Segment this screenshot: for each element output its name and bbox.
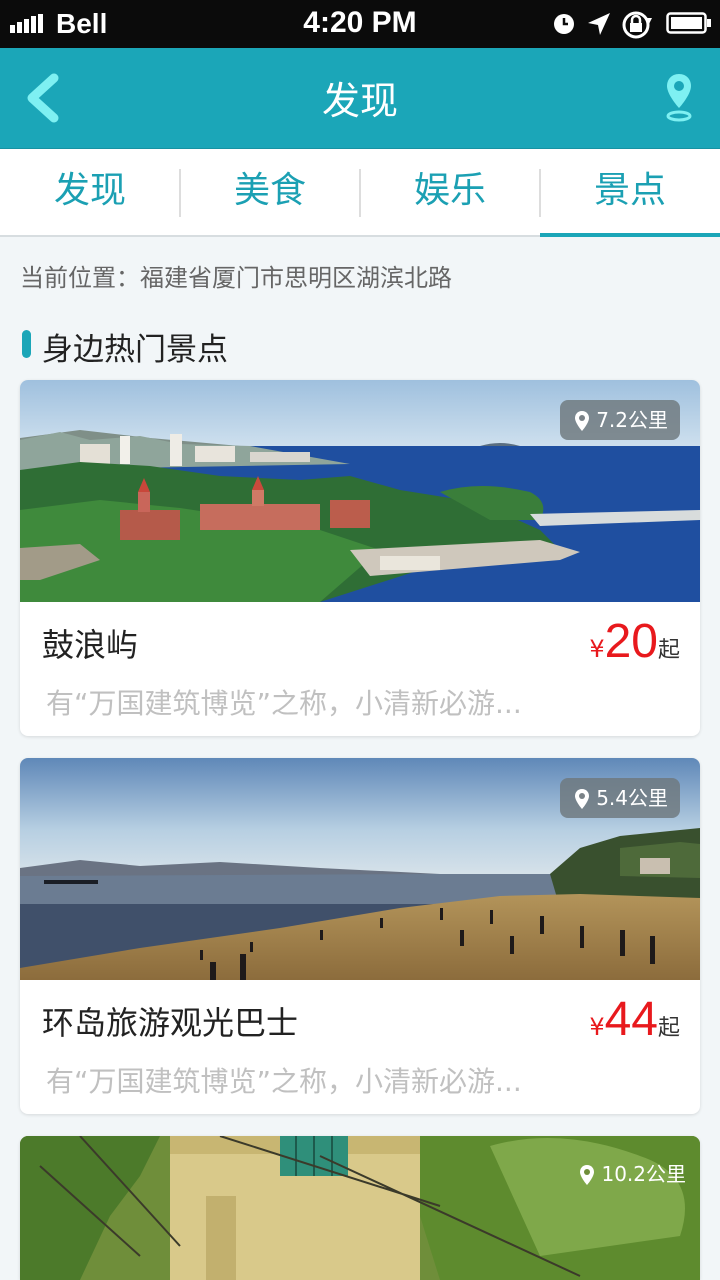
distance-text: 7.2公里 [596, 408, 668, 432]
currency-symbol: ¥ [589, 1013, 605, 1041]
status-time: 4:20 PM [303, 6, 417, 39]
battery-icon [666, 12, 711, 34]
distance-badge: 7.2公里 [560, 400, 680, 440]
category-tabs: 发现 美食 娱乐 景点 [0, 149, 720, 237]
attraction-name: 环岛旅游观光巴士 [42, 1004, 299, 1042]
attraction-name: 鼓浪屿 [42, 626, 139, 664]
distance-badge: 5.4公里 [560, 778, 680, 818]
price-value: 20 [604, 615, 658, 668]
tab-food[interactable]: 美食 [180, 149, 360, 235]
map-pin-icon [580, 1165, 595, 1185]
map-pin-icon[interactable] [660, 70, 698, 126]
map-pin-icon [575, 789, 590, 809]
attraction-description: 有“万国建筑博览”之称，小清新必游... [46, 687, 522, 720]
status-bar: Bell 4:20 PM [0, 0, 720, 48]
attraction-card[interactable]: 5.4公里 环岛旅游观光巴士 ¥44起 有“万国建筑博览”之称，小清新必游... [20, 758, 700, 1114]
distance-badge: 10.2公里 [579, 1154, 686, 1194]
attraction-description: 有“万国建筑博览”之称，小清新必游... [46, 1065, 522, 1098]
price-suffix: 起 [657, 1016, 680, 1041]
currency-symbol: ¥ [589, 635, 605, 663]
nav-bar: 发现 [0, 48, 720, 149]
active-tab-indicator [540, 233, 720, 237]
current-location-text: 当前位置：福建省厦门市思明区湖滨北路 [20, 264, 452, 292]
location-arrow-icon [588, 13, 610, 35]
attraction-price: ¥44起 [589, 992, 680, 1047]
section-title: 身边热门景点 [42, 332, 228, 368]
section-marker [22, 330, 31, 358]
price-value: 44 [604, 993, 658, 1046]
attraction-card[interactable]: 7.2公里 鼓浪屿 ¥20起 有“万国建筑博览”之称，小清新必游... [20, 380, 700, 736]
map-pin-icon [575, 411, 590, 431]
tab-discover[interactable]: 发现 [0, 149, 180, 235]
attraction-price: ¥20起 [589, 614, 680, 669]
tab-attractions[interactable]: 景点 [540, 149, 720, 235]
tab-entertainment[interactable]: 娱乐 [360, 149, 540, 235]
price-suffix: 起 [657, 638, 680, 663]
distance-text: 5.4公里 [596, 786, 668, 810]
page-title: 发现 [321, 79, 398, 123]
attraction-card[interactable]: 10.2公里 [20, 1136, 700, 1280]
rotation-lock-icon [622, 11, 652, 39]
distance-text: 10.2公里 [601, 1162, 686, 1186]
clock-icon [554, 14, 574, 34]
